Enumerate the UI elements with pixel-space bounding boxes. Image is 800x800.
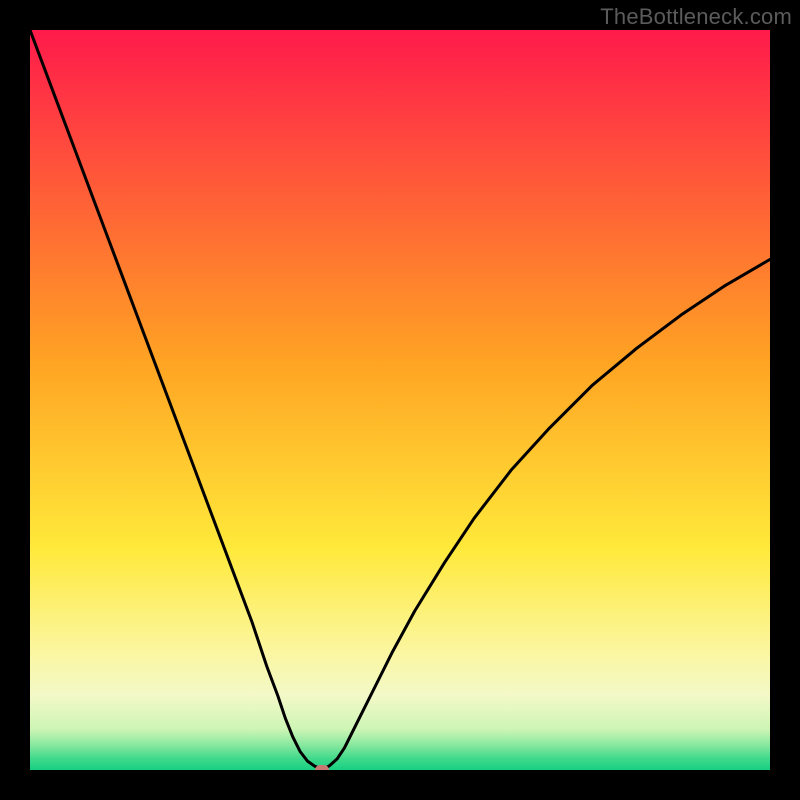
plot-area xyxy=(30,30,770,770)
chart-frame: TheBottleneck.com xyxy=(0,0,800,800)
watermark-text: TheBottleneck.com xyxy=(600,4,792,30)
bottleneck-curve xyxy=(30,30,770,770)
optimal-point-marker xyxy=(315,765,329,770)
